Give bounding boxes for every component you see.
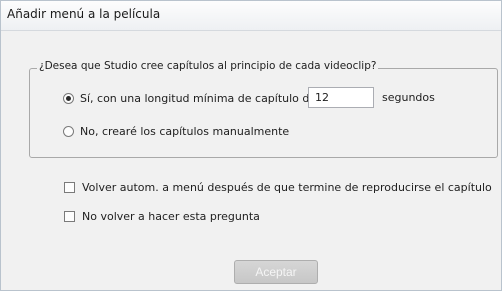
- radio-auto-chapters[interactable]: Sí, con una longitud mínima de capítulo …: [63, 92, 316, 105]
- return-to-menu-checkbox[interactable]: [64, 182, 75, 193]
- chapters-group-label: ¿Desea que Studio cree capítulos al prin…: [37, 60, 379, 72]
- radio-button-selected[interactable]: [63, 93, 74, 104]
- return-to-menu-label: Volver autom. a menú después de que term…: [82, 181, 492, 194]
- seconds-unit-label: segundos: [382, 91, 435, 104]
- dont-ask-again-label: No volver a hacer esta pregunta: [82, 210, 260, 223]
- chapters-groupbox: [29, 68, 498, 158]
- dont-ask-again-checkbox[interactable]: [64, 211, 75, 222]
- radio-button-unselected[interactable]: [63, 126, 74, 137]
- radio-manual-chapters-label: No, crearé los capítulos manualmente: [80, 125, 290, 138]
- dialog-title: Añadir menú a la película: [7, 7, 161, 21]
- min-chapter-length-input[interactable]: [308, 87, 374, 108]
- dont-ask-again-option[interactable]: No volver a hacer esta pregunta: [64, 210, 260, 223]
- accept-button[interactable]: Aceptar: [234, 260, 318, 284]
- return-to-menu-option[interactable]: Volver autom. a menú después de que term…: [64, 181, 492, 194]
- title-bar: Añadir menú a la película: [1, 1, 501, 31]
- radio-manual-chapters[interactable]: No, crearé los capítulos manualmente: [63, 125, 289, 138]
- dialog-window: Añadir menú a la película ¿Desea que Stu…: [0, 0, 502, 291]
- radio-auto-chapters-label: Sí, con una longitud mínima de capítulo …: [80, 92, 317, 105]
